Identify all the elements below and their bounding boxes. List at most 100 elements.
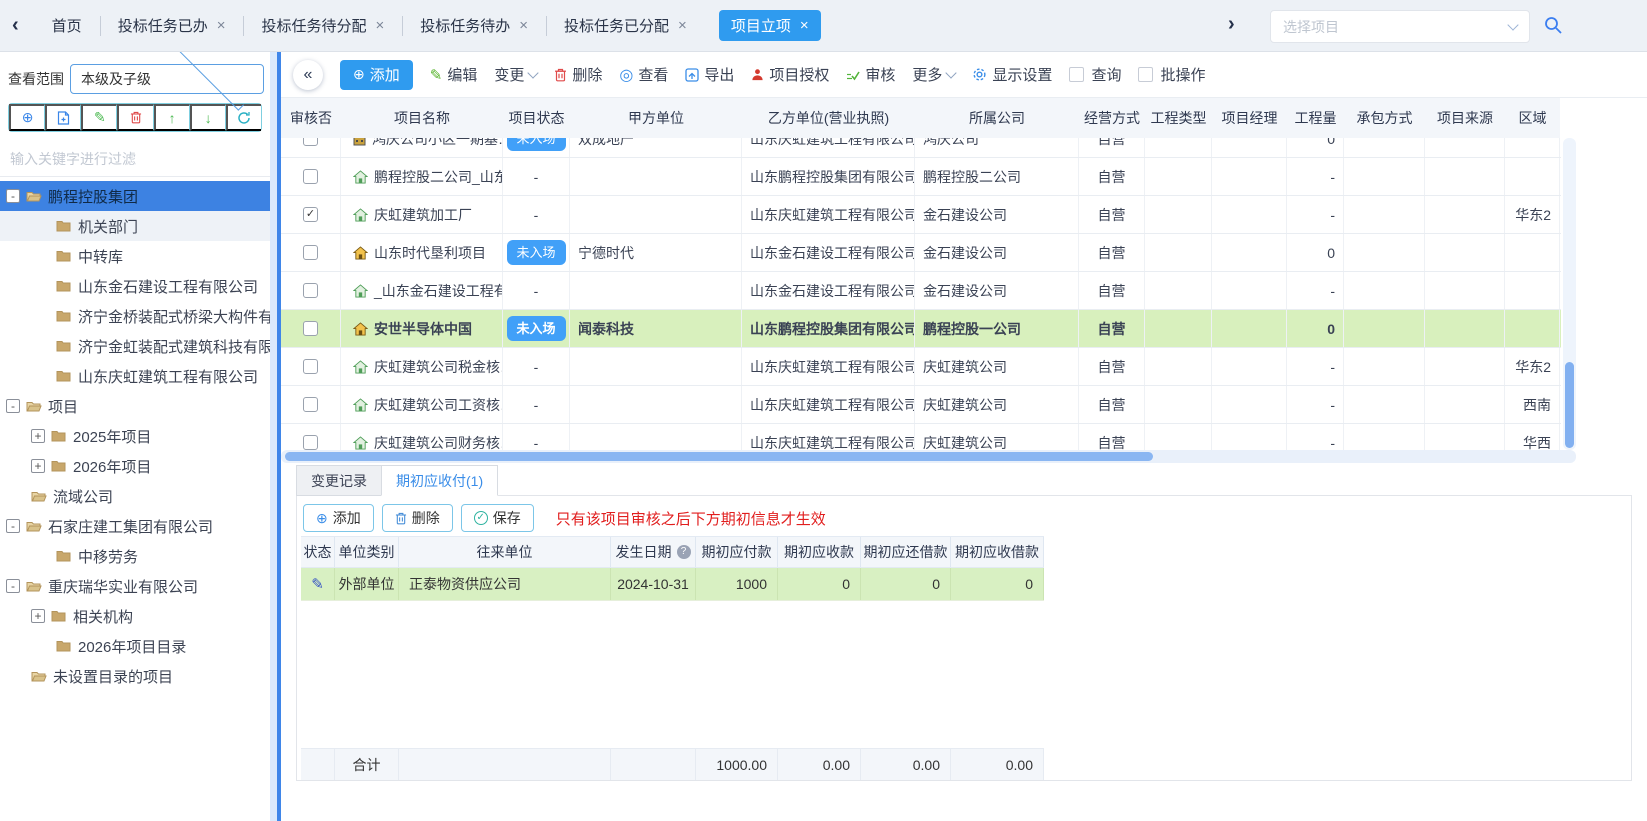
row-checkbox[interactable]: ✓	[303, 207, 318, 222]
view-button[interactable]: ◎查看	[619, 64, 668, 85]
tree-item[interactable]: -项目	[0, 391, 270, 421]
row-checkbox[interactable]	[303, 138, 318, 146]
table-row[interactable]: 安世半导体中国未入场闻泰科技山东鹏程控股集团有限公司鹏程控股一公司自营0	[281, 310, 1561, 348]
column-header-12[interactable]: 项目来源	[1425, 98, 1505, 138]
more-button[interactable]: 更多	[912, 64, 955, 85]
collapse-node-icon[interactable]: -	[6, 189, 20, 203]
help-icon[interactable]: ?	[677, 545, 691, 559]
expand-node-icon[interactable]: +	[31, 609, 45, 623]
audit-button[interactable]: 审核	[846, 64, 895, 85]
collapse-node-icon[interactable]: -	[6, 519, 20, 533]
batch-checkbox[interactable]	[1138, 67, 1153, 82]
column-header-11[interactable]: 承包方式	[1344, 98, 1425, 138]
row-checkbox[interactable]	[303, 435, 318, 450]
column-header-9[interactable]: 项目经理	[1212, 98, 1287, 138]
ob-column-header-2[interactable]: 单位类别	[335, 537, 399, 567]
tree-item[interactable]: 未设置目录的项目	[0, 661, 270, 691]
ob-column-header-1[interactable]: 状态	[301, 537, 335, 567]
edit-node-icon[interactable]: ✎	[81, 104, 117, 131]
tab-投标任务已分配[interactable]: 投标任务已分配×	[546, 0, 705, 52]
table-row[interactable]: 庆虹建筑公司工资核…-山东庆虹建筑工程有限公司庆虹建筑公司自营-西南	[281, 386, 1561, 424]
collapse-sidebar-button[interactable]: «	[293, 60, 323, 90]
table-row[interactable]: 庆虹建筑公司财务核…-山东庆虹建筑工程有限公司庆虹建筑公司自营-华西	[281, 424, 1561, 450]
row-checkbox[interactable]	[303, 283, 318, 298]
opening-balance-row[interactable]: ✎外部单位正泰物资供应公司2024-10-311000000	[301, 568, 1044, 601]
vertical-scrollbar[interactable]	[1563, 138, 1576, 450]
tree-item[interactable]: 中转库	[0, 241, 270, 271]
tree-item[interactable]: 2026年项目目录	[0, 631, 270, 661]
row-checkbox[interactable]	[303, 245, 318, 260]
table-row[interactable]: 鸿庆公司小区一期基…未入场双成地产山东庆虹建筑工程有限公司鸿庆公司自营0	[281, 138, 1561, 158]
move-up-icon[interactable]: ↑	[154, 104, 190, 131]
column-header-3[interactable]: 项目状态	[503, 98, 570, 138]
tree-item[interactable]: +2025年项目	[0, 421, 270, 451]
table-row[interactable]: 鹏程控股二公司_山东…-山东鹏程控股集团有限公司鹏程控股二公司自营-	[281, 158, 1561, 196]
query-checkbox[interactable]	[1069, 67, 1084, 82]
tab-投标任务待分配[interactable]: 投标任务待分配×	[243, 0, 402, 52]
horizontal-scrollbar-thumb[interactable]	[285, 452, 1153, 461]
delete-button[interactable]: 删除	[554, 64, 602, 85]
tab-首页[interactable]: 首页	[34, 0, 100, 52]
sidebar-scrollbar[interactable]	[270, 52, 277, 821]
tree-item[interactable]: 流域公司	[0, 481, 270, 511]
edit-button[interactable]: ✎编辑	[430, 64, 478, 85]
display-settings-button[interactable]: 显示设置	[972, 64, 1052, 85]
tree-item[interactable]: -鹏程控股集团	[0, 181, 270, 211]
tab-投标任务已办[interactable]: 投标任务已办×	[100, 0, 244, 52]
tab-投标任务待办[interactable]: 投标任务待办×	[402, 0, 546, 52]
tree-item[interactable]: -石家庄建工集团有限公司	[0, 511, 270, 541]
column-header-2[interactable]: 项目名称	[341, 98, 503, 138]
ob-column-header-5[interactable]: 期初应付款	[696, 537, 778, 567]
tree-item[interactable]: -重庆瑞华实业有限公司	[0, 571, 270, 601]
tree-item[interactable]: 山东庆虹建筑工程有限公司	[0, 361, 270, 391]
row-checkbox[interactable]	[303, 169, 318, 184]
change-button[interactable]: 变更	[494, 64, 537, 85]
ob-column-header-3[interactable]: 往来单位	[399, 537, 611, 567]
ob-column-header-4[interactable]: 发生日期?	[611, 537, 696, 567]
column-header-7[interactable]: 经营方式	[1079, 98, 1145, 138]
table-row[interactable]: ✓庆虹建筑加工厂-山东庆虹建筑工程有限公司金石建设公司自营-华东2	[281, 196, 1561, 234]
tree-filter-input[interactable]: 输入关键字进行过滤	[0, 142, 270, 177]
table-row[interactable]: 庆虹建筑公司税金核…-山东庆虹建筑工程有限公司庆虹建筑公司自营-华东2	[281, 348, 1561, 386]
tree-item[interactable]: 济宁金桥装配式桥梁大构件有限公司	[0, 301, 270, 331]
tab-close-icon[interactable]: ×	[217, 17, 226, 34]
tab-close-icon[interactable]: ×	[800, 17, 809, 34]
tab-close-icon[interactable]: ×	[678, 17, 687, 34]
tree-item[interactable]: 山东金石建设工程有限公司	[0, 271, 270, 301]
table-row[interactable]: _山东金石建设工程有…-山东金石建设工程有限公司金石建设公司自营-	[281, 272, 1561, 310]
project-select[interactable]: 选择项目	[1270, 10, 1530, 43]
column-header-10[interactable]: 工程量	[1287, 98, 1344, 138]
tree-item[interactable]: +2026年项目	[0, 451, 270, 481]
column-header-5[interactable]: 乙方单位(营业执照)	[742, 98, 915, 138]
add-file-icon[interactable]	[45, 104, 81, 131]
authorize-button[interactable]: 项目授权	[751, 64, 829, 85]
edit-row-pencil-icon[interactable]: ✎	[311, 575, 324, 593]
add-button[interactable]: ⊕添加	[340, 60, 413, 90]
search-icon[interactable]	[1542, 15, 1564, 37]
export-button[interactable]: 导出	[685, 64, 734, 85]
tab-close-icon[interactable]: ×	[375, 17, 384, 34]
tree-item[interactable]: 机关部门	[0, 211, 270, 241]
column-header-1[interactable]: 审核否	[281, 98, 341, 138]
delete-node-icon[interactable]	[117, 104, 153, 131]
row-checkbox[interactable]	[303, 321, 318, 336]
add-node-icon[interactable]: ⊕	[9, 104, 45, 131]
column-header-4[interactable]: 甲方单位	[570, 98, 742, 138]
ob-column-header-7[interactable]: 期初应还借款	[861, 537, 951, 567]
tab-close-icon[interactable]: ×	[519, 17, 528, 34]
tab-项目立项[interactable]: 项目立项×	[719, 10, 821, 41]
tree-item[interactable]: 中移劳务	[0, 541, 270, 571]
collapse-node-icon[interactable]: -	[6, 399, 20, 413]
detail-add-button[interactable]: ⊕添加	[303, 504, 374, 532]
move-down-icon[interactable]: ↓	[190, 104, 226, 131]
tree-item[interactable]: +相关机构	[0, 601, 270, 631]
scope-select[interactable]: 本级及子级	[70, 64, 264, 94]
row-checkbox[interactable]	[303, 397, 318, 412]
refresh-icon[interactable]	[226, 104, 261, 131]
table-row[interactable]: 山东时代垦利项目未入场宁德时代山东金石建设工程有限公司金石建设公司自营0	[281, 234, 1561, 272]
detail-tab-变更记录[interactable]: 变更记录	[296, 465, 382, 496]
detail-tab-期初应收付(1)[interactable]: 期初应收付(1)	[381, 465, 498, 496]
tabs-scroll-left-icon[interactable]: ‹	[0, 14, 34, 37]
detail-save-button[interactable]: ✓保存	[461, 504, 534, 532]
column-header-6[interactable]: 所属公司	[915, 98, 1079, 138]
